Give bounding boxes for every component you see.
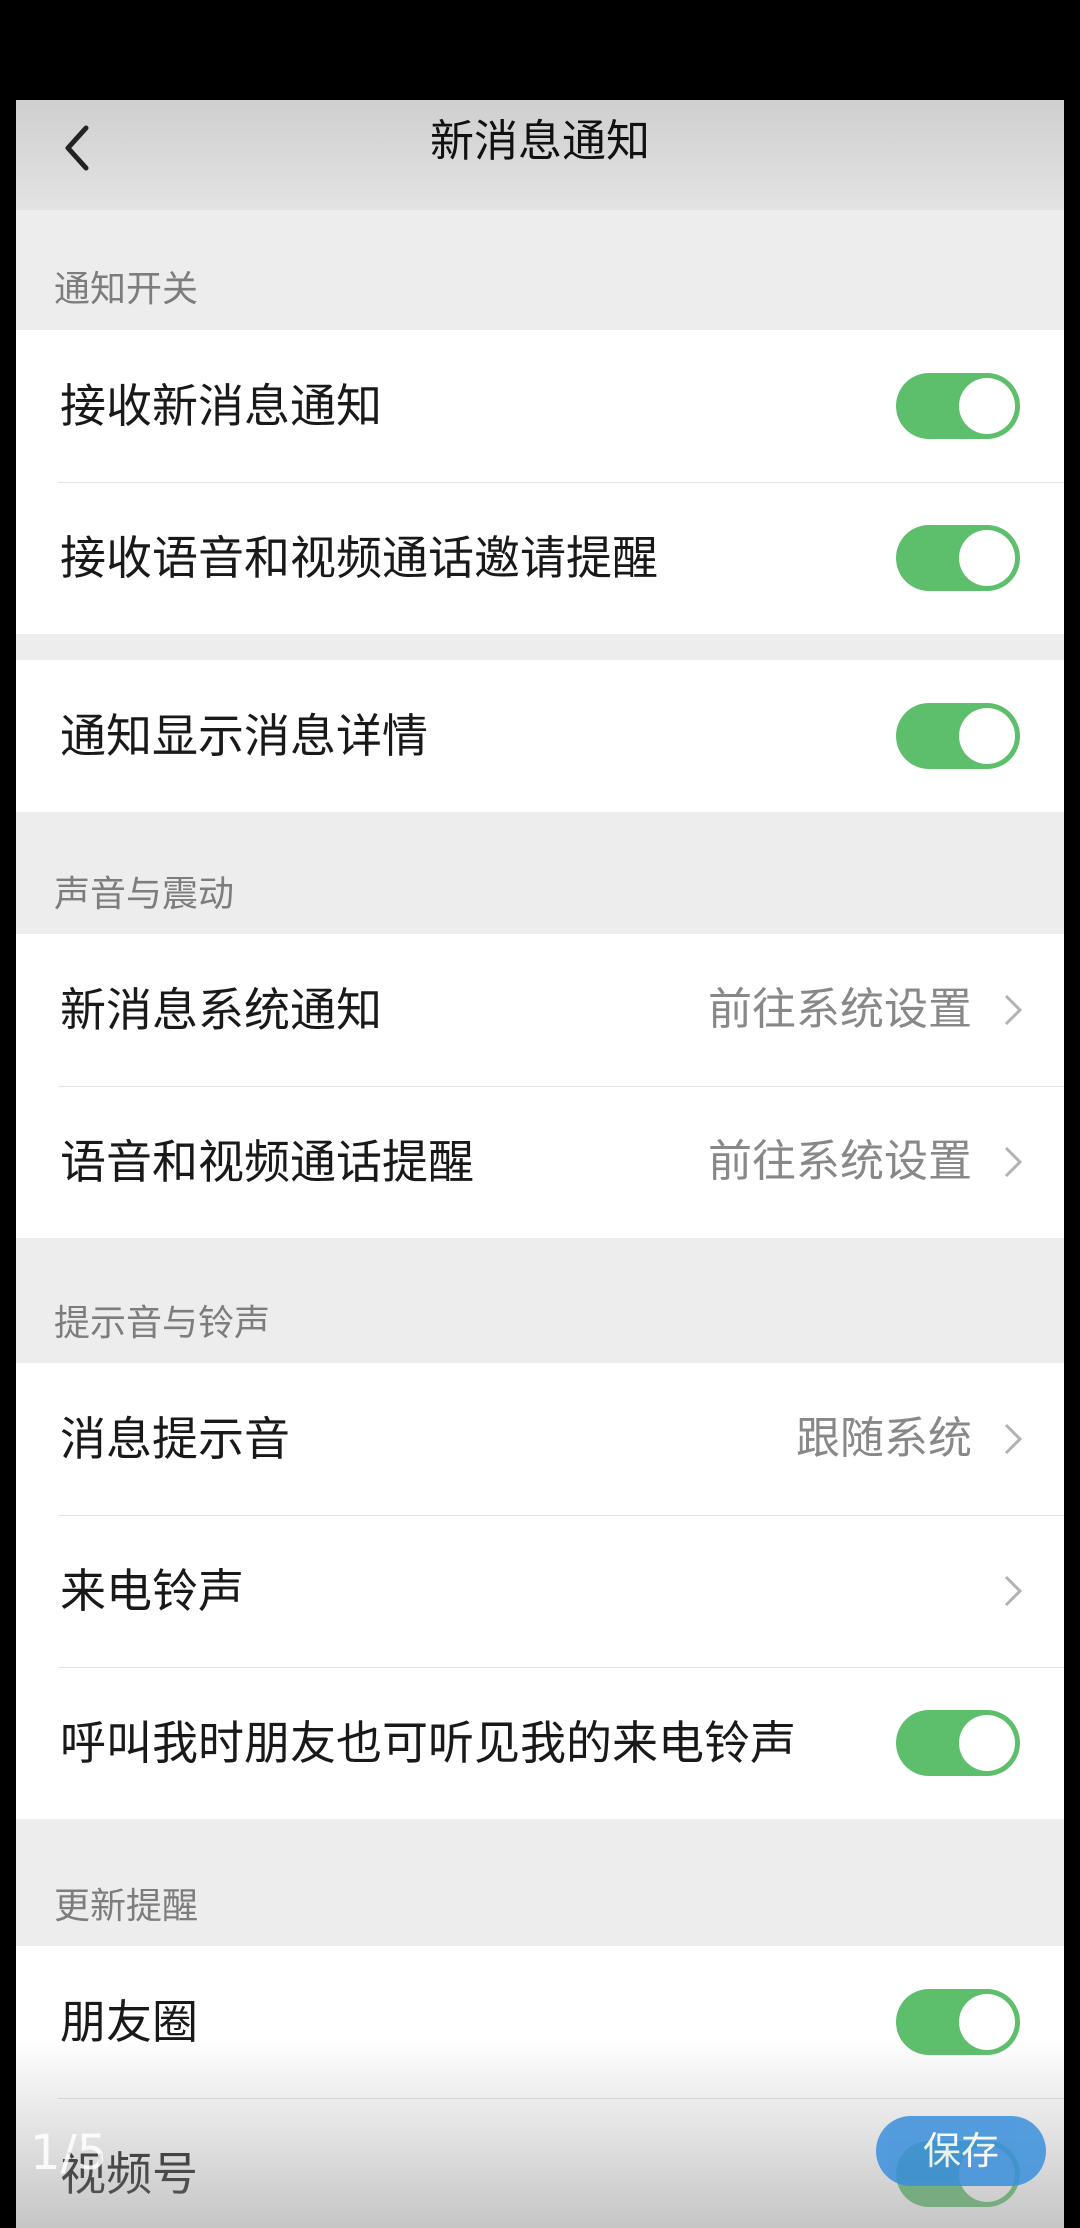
row-label: 朋友圈 <box>60 1995 198 2049</box>
row-show-message-details[interactable]: 通知显示消息详情 <box>16 660 1064 812</box>
row-value: 跟随系统 <box>796 1413 972 1464</box>
row-label: 接收语音和视频通话邀请提醒 <box>60 531 658 585</box>
row-label: 消息提示音 <box>60 1412 290 1466</box>
row-label: 接收新消息通知 <box>60 379 382 433</box>
call-invite-toggle[interactable] <box>896 525 1020 591</box>
chevron-right-icon <box>1004 1575 1023 1607</box>
row-friends-hear-ringtone[interactable]: 呼叫我时朋友也可听见我的来电铃声 <box>16 1667 1064 1819</box>
group-show-details: 通知显示消息详情 <box>16 660 1064 812</box>
row-label: 呼叫我时朋友也可听见我的来电铃声 <box>60 1716 796 1770</box>
settings-screen: 新消息通知 通知开关 接收新消息通知 接收语音和视频通话邀请提醒 通知显示消息详… <box>16 100 1064 2228</box>
chevron-right-icon <box>1004 1423 1023 1455</box>
page-counter: 1/5 <box>30 2125 108 2181</box>
chevron-right-icon <box>1004 1146 1023 1178</box>
section-header-notification-switch: 通知开关 <box>54 269 199 310</box>
chevron-right-icon <box>1004 994 1023 1026</box>
row-label: 通知显示消息详情 <box>60 709 428 763</box>
row-system-notification[interactable]: 新消息系统通知 前往系统设置 <box>16 934 1064 1086</box>
row-moments[interactable]: 朋友圈 <box>16 1946 1064 2098</box>
row-call-reminder[interactable]: 语音和视频通话提醒 前往系统设置 <box>16 1086 1064 1238</box>
toggle-knob <box>959 530 1015 586</box>
nav-bar: 新消息通知 <box>16 100 1064 210</box>
row-call-invite[interactable]: 接收语音和视频通话邀请提醒 <box>16 482 1064 634</box>
section-header-sound-vibration: 声音与震动 <box>54 874 235 915</box>
toggle-knob <box>959 1715 1015 1771</box>
section-header-tones-ringtones: 提示音与铃声 <box>54 1303 271 1344</box>
row-label: 新消息系统通知 <box>60 983 382 1037</box>
toggle-knob <box>959 1994 1015 2050</box>
show-details-toggle[interactable] <box>896 703 1020 769</box>
page-title: 新消息通知 <box>430 116 650 167</box>
row-message-tone[interactable]: 消息提示音 跟随系统 <box>16 1363 1064 1515</box>
section-header-update-reminders: 更新提醒 <box>54 1886 199 1927</box>
group-tones-ringtones: 消息提示音 跟随系统 来电铃声 呼叫我时朋友也可听见我的来电铃声 <box>16 1363 1064 1819</box>
row-label: 语音和视频通话提醒 <box>60 1135 474 1189</box>
receive-new-message-toggle[interactable] <box>896 373 1020 439</box>
row-ringtone[interactable]: 来电铃声 <box>16 1515 1064 1667</box>
group-notification-switch: 接收新消息通知 接收语音和视频通话邀请提醒 <box>16 330 1064 634</box>
save-button[interactable]: 保存 <box>876 2116 1046 2186</box>
toggle-knob <box>959 378 1015 434</box>
moments-toggle[interactable] <box>896 1989 1020 2055</box>
row-value: 前往系统设置 <box>708 1136 972 1187</box>
row-receive-new-message[interactable]: 接收新消息通知 <box>16 330 1064 482</box>
group-sound-vibration: 新消息系统通知 前往系统设置 语音和视频通话提醒 前往系统设置 <box>16 934 1064 1238</box>
row-label: 来电铃声 <box>60 1564 244 1618</box>
row-value: 前往系统设置 <box>708 984 972 1035</box>
friends-hear-ringtone-toggle[interactable] <box>896 1710 1020 1776</box>
toggle-knob <box>959 708 1015 764</box>
